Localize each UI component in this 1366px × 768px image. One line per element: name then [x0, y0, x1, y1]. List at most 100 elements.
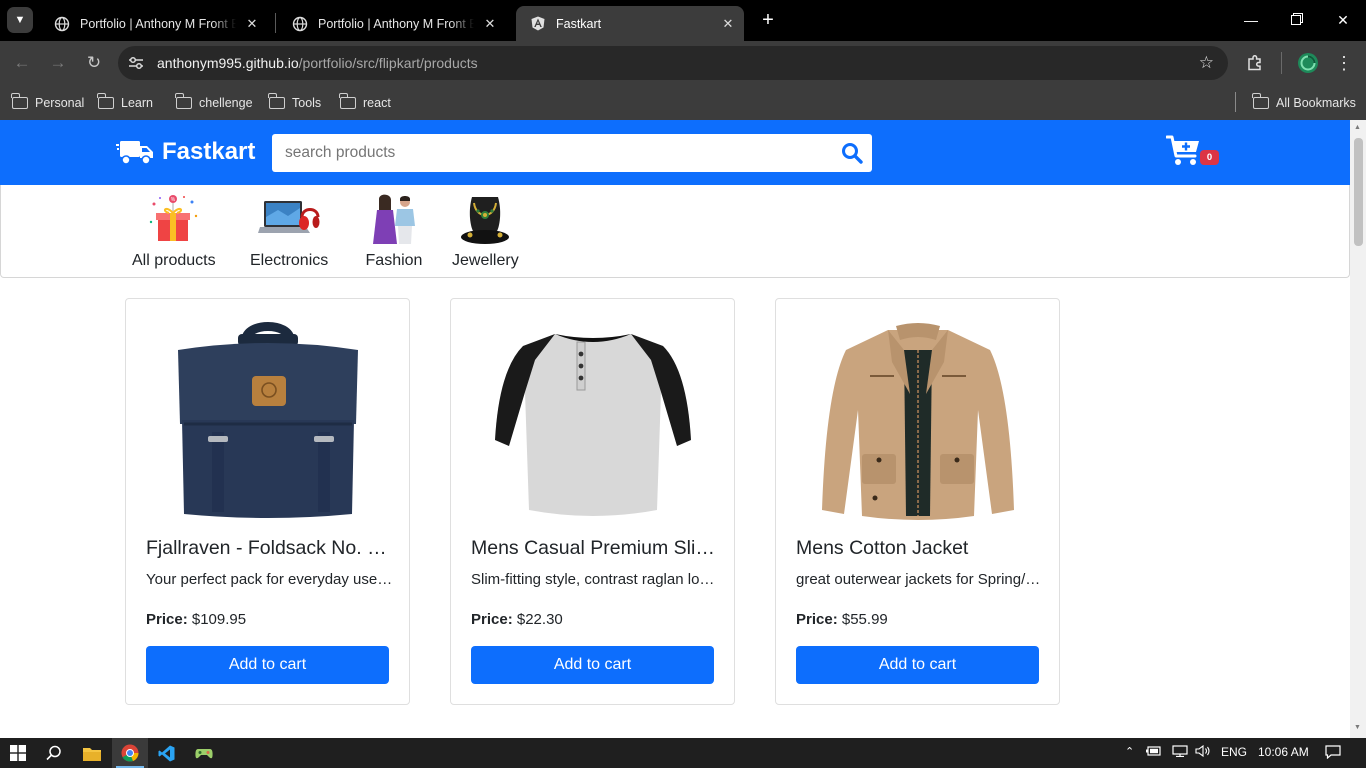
vscode-app[interactable] — [148, 738, 184, 768]
bookmark-folder-react[interactable]: react — [339, 92, 391, 114]
product-description: Your perfect pack for everyday use and w… — [146, 571, 394, 588]
price-value: $109.95 — [191, 611, 247, 628]
file-explorer-app[interactable] — [74, 738, 110, 768]
tab-search-button[interactable]: ▼ — [7, 7, 33, 33]
bookmark-label: chellenge — [199, 96, 253, 110]
profile-avatar[interactable] — [1296, 51, 1320, 75]
chrome-icon — [121, 744, 139, 762]
more-menu-icon[interactable]: ⋮ — [1332, 51, 1356, 75]
bookmark-label: Personal — [35, 96, 85, 110]
arrow-right-icon: → — [49, 53, 67, 72]
all-bookmarks-button[interactable]: All Bookmarks — [1252, 92, 1356, 114]
product-price: Price: $55.99 — [796, 611, 888, 628]
folder-icon — [339, 93, 356, 109]
folder-icon — [97, 93, 114, 109]
scroll-down-icon[interactable]: ▼ — [1354, 724, 1361, 731]
category-fashion[interactable]: Fashion — [362, 191, 426, 270]
close-window-button[interactable]: ✕ — [1320, 0, 1366, 40]
reload-icon: ↻ — [86, 53, 102, 72]
folder-icon — [268, 93, 285, 109]
jacket-image — [813, 317, 1023, 522]
search-button[interactable] — [36, 738, 72, 768]
laptop-headphones-icon — [257, 191, 321, 247]
back-button[interactable]: ← — [9, 50, 35, 76]
tab-title: Portfolio | Anthony M Front End Develope… — [80, 16, 236, 31]
brand-logo[interactable]: Fastkart — [116, 134, 255, 170]
necklace-icon — [453, 191, 517, 247]
volume-icon[interactable] — [1195, 744, 1211, 760]
search-input[interactable] — [272, 134, 832, 172]
tab-portfolio-1[interactable]: Portfolio | Anthony M Front End Develope… — [40, 6, 268, 41]
scroll-up-icon[interactable]: ▲ — [1354, 124, 1361, 131]
close-icon[interactable]: ✕ — [482, 16, 498, 32]
address-bar[interactable]: anthonym995.github.io/portfolio/src/flip… — [118, 46, 1228, 80]
tab-portfolio-2[interactable]: Portfolio | Anthony M Front End Develope… — [278, 6, 506, 41]
bookmark-star-icon[interactable]: ☆ — [1199, 53, 1214, 73]
vscode-icon — [158, 745, 174, 761]
site-settings-icon[interactable] — [127, 54, 145, 72]
bookmark-label: All Bookmarks — [1276, 96, 1356, 110]
search-icon[interactable] — [841, 142, 863, 164]
svg-text:%: % — [171, 197, 176, 203]
bookmarks-bar: Personal Learn chellenge Tools react All… — [0, 85, 1366, 120]
scrollbar-thumb[interactable] — [1354, 138, 1363, 246]
category-all-products[interactable]: % All products — [132, 191, 216, 270]
url-path: /portfolio/src/flipkart/products — [298, 55, 478, 71]
restore-button[interactable] — [1274, 0, 1320, 40]
tab-separator — [275, 13, 276, 33]
browser-toolbar: ← → ↻ anthonym995.github.io/portfolio/sr… — [0, 41, 1366, 85]
bookmarks-divider — [1235, 92, 1236, 112]
product-description: great outerwear jackets for Spring/Autum… — [796, 571, 1044, 588]
category-jewellery[interactable]: Jewellery — [452, 191, 519, 270]
network-icon[interactable] — [1172, 745, 1188, 760]
toolbar-divider — [1281, 52, 1282, 74]
show-hidden-icons[interactable]: ⌃ — [1125, 745, 1134, 758]
minimize-button[interactable]: — — [1228, 0, 1274, 40]
extensions-icon[interactable] — [1243, 51, 1267, 75]
reload-button[interactable]: ↻ — [81, 50, 107, 76]
game-app[interactable] — [186, 738, 222, 768]
bookmark-folder-tools[interactable]: Tools — [268, 92, 322, 114]
add-to-cart-button[interactable]: Add to cart — [471, 646, 714, 684]
product-name[interactable]: Fjallraven - Foldsack No. 1 Backpack, Fi… — [146, 537, 396, 560]
gift-box-icon: % — [142, 191, 206, 247]
site-header: Fastkart 0 — [0, 120, 1350, 185]
forward-button[interactable]: → — [45, 50, 71, 76]
product-name[interactable]: Mens Casual Premium Slim Fit T-Shirts — [471, 537, 721, 560]
chrome-app[interactable] — [112, 738, 148, 768]
folder-icon — [1252, 93, 1269, 109]
bookmark-folder-personal[interactable]: Personal — [11, 92, 85, 114]
tab-fastkart[interactable]: Fastkart ✕ — [516, 6, 744, 41]
brand-name: Fastkart — [162, 138, 256, 165]
chevron-down-icon: ▼ — [14, 14, 26, 26]
notifications-icon[interactable] — [1325, 745, 1341, 762]
add-to-cart-button[interactable]: Add to cart — [146, 646, 389, 684]
product-name[interactable]: Mens Cotton Jacket — [796, 537, 1046, 560]
url-text: anthonym995.github.io/portfolio/src/flip… — [157, 55, 478, 71]
clock[interactable]: 10:06 AM — [1258, 745, 1309, 759]
bookmark-folder-learn[interactable]: Learn — [97, 92, 153, 114]
new-tab-button[interactable]: + — [757, 9, 779, 31]
bookmark-folder-chellenge[interactable]: chellenge — [175, 92, 253, 114]
start-button[interactable] — [0, 738, 36, 768]
close-icon[interactable]: ✕ — [720, 16, 736, 32]
search-icon — [46, 745, 61, 761]
page-scrollbar[interactable]: ▲ ▼ — [1350, 120, 1366, 738]
price-label: Price: — [796, 611, 838, 628]
language-indicator[interactable]: ENG — [1221, 745, 1247, 759]
search-bar — [272, 134, 872, 172]
cart-button[interactable]: 0 — [1165, 134, 1222, 172]
couple-fashion-icon — [362, 191, 426, 247]
backpack-image — [163, 317, 373, 522]
minimize-icon: — — [1244, 12, 1258, 28]
bookmark-label: Learn — [121, 96, 153, 110]
restore-icon — [1291, 12, 1303, 28]
add-to-cart-button[interactable]: Add to cart — [796, 646, 1039, 684]
page-viewport: Fastkart 0 % — [0, 120, 1350, 738]
battery-icon[interactable] — [1146, 745, 1162, 760]
category-electronics[interactable]: Electronics — [250, 191, 328, 270]
bookmark-label: Tools — [292, 96, 322, 110]
close-icon[interactable]: ✕ — [244, 16, 260, 32]
tshirt-image — [488, 317, 698, 522]
plus-icon: + — [762, 8, 774, 31]
